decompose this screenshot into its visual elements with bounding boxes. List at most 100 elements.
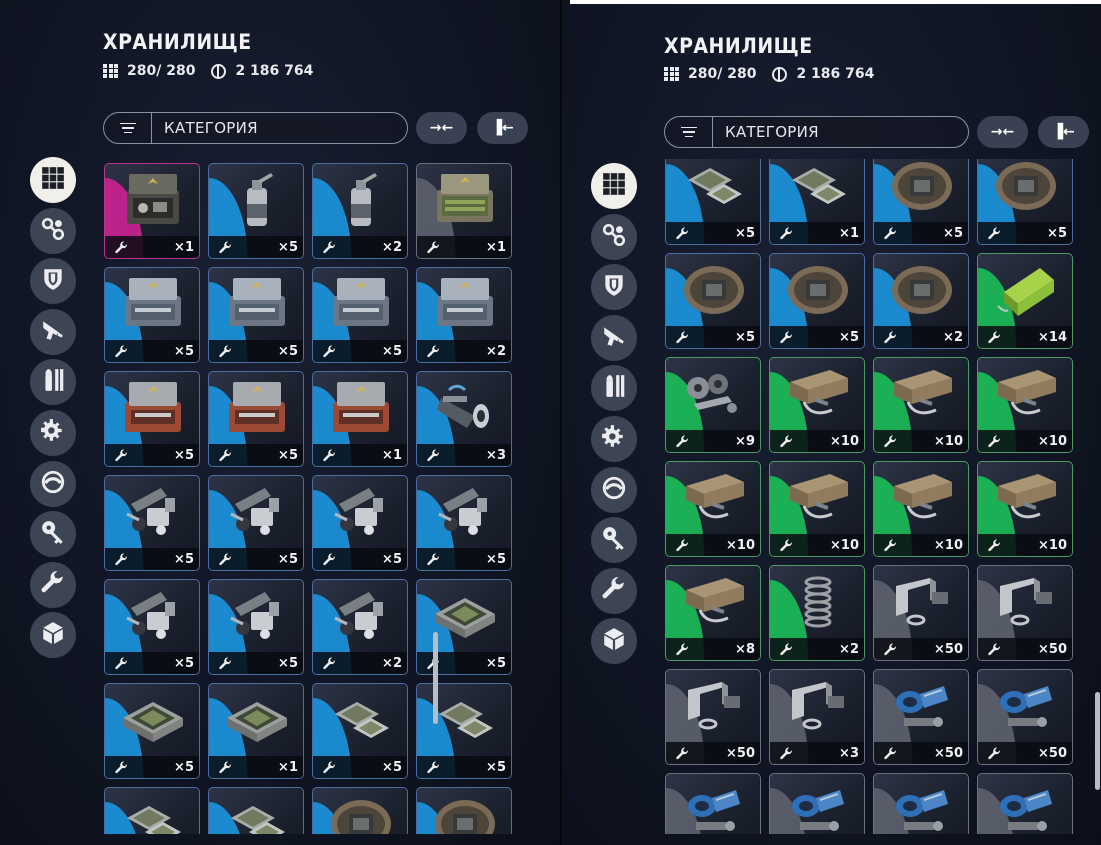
inventory-item[interactable]: ×5 [104,683,200,779]
category-weapon[interactable] [591,314,637,361]
inventory-item[interactable]: ×10 [769,357,865,453]
scrollbar-thumb[interactable] [433,632,438,724]
inventory-item[interactable]: ×5 [977,159,1073,245]
inventory-item[interactable]: ×5 [665,159,761,245]
item-quantity: ×5 [382,551,402,567]
inventory-item[interactable]: ×50 [977,669,1073,765]
inventory-item[interactable]: ×5 [208,371,304,467]
inventory-item[interactable]: ×10 [977,357,1073,453]
category-key[interactable] [591,517,637,564]
category-armor[interactable] [591,264,637,311]
inventory-item[interactable]: ×10 [873,461,969,557]
inventory-item[interactable] [208,787,304,834]
inventory-item[interactable]: ×1 [312,371,408,467]
inventory-item[interactable]: ×5 [665,253,761,349]
wrench-icon [987,226,1001,240]
inventory-item[interactable] [977,773,1073,834]
inventory-item[interactable]: ×50 [665,669,761,765]
wrench-icon [426,760,440,774]
inventory-item[interactable]: ×50 [873,565,969,661]
inventory-item[interactable]: ×2 [769,565,865,661]
align-button[interactable]: ▐← [477,112,528,144]
inventory-item[interactable]: ×2 [312,579,408,675]
inventory-item[interactable]: ×50 [977,565,1073,661]
inventory-item[interactable] [104,787,200,834]
category-weapon[interactable] [30,308,76,355]
collapse-button[interactable]: →← [977,116,1028,148]
inventory-item[interactable]: ×1 [104,163,200,259]
inventory-item[interactable]: ×5 [416,683,512,779]
inventory-item[interactable] [873,773,969,834]
collapse-button[interactable]: →← [416,112,467,144]
top-edge-line [570,0,1101,4]
inventory-item[interactable]: ×3 [769,669,865,765]
inventory-item[interactable]: ×10 [665,461,761,557]
inventory-item[interactable]: ×5 [312,475,408,571]
tray-icon [121,692,185,748]
category-filter[interactable]: КАТЕГОРИЯ [664,116,969,148]
category-grid[interactable] [591,163,637,209]
item-quantity: ×8 [735,641,755,657]
item-footer: ×5 [105,548,199,570]
inventory-item[interactable]: ×14 [977,253,1073,349]
category-scope[interactable] [30,460,76,507]
category-filter[interactable]: КАТЕГОРИЯ [103,112,408,144]
category-key[interactable] [30,511,76,558]
category-armor[interactable] [30,258,76,305]
inventory-item[interactable]: ×1 [416,163,512,259]
inventory-item[interactable]: ×10 [769,461,865,557]
inventory-item[interactable]: ×5 [104,475,200,571]
inventory-item[interactable]: ×10 [873,357,969,453]
item-footer: ×50 [874,742,968,764]
inventory-item[interactable]: ×9 [665,357,761,453]
inventory-item[interactable] [416,787,512,834]
inventory-item[interactable]: ×2 [416,267,512,363]
category-scope[interactable] [591,466,637,513]
inventory-item[interactable]: ×5 [769,253,865,349]
inventory-item[interactable]: ×5 [312,267,408,363]
wrench-icon [779,538,793,552]
wrench-icon [779,434,793,448]
bracket-icon [890,574,954,630]
inventory-item[interactable]: ×5 [104,579,200,675]
inventory-item[interactable]: ×50 [873,669,969,765]
wrench-icon [114,344,128,358]
inventory-item[interactable]: ×5 [416,579,512,675]
inventory-item[interactable]: ×1 [208,683,304,779]
inventory-item[interactable]: ×5 [416,475,512,571]
inventory-item[interactable]: ×5 [104,371,200,467]
inventory-item[interactable]: ×8 [665,565,761,661]
inventory-item[interactable]: ×5 [208,267,304,363]
inventory-item[interactable] [769,773,865,834]
inventory-item[interactable]: ×5 [873,159,969,245]
category-parts[interactable] [591,213,637,260]
tray-icon [225,692,289,748]
item-quantity: ×2 [382,655,402,671]
parts-icon [329,484,393,540]
inventory-item[interactable]: ×5 [208,475,304,571]
scrollbar-thumb[interactable] [1095,692,1100,790]
align-button[interactable]: ▐← [1038,116,1089,148]
category-grid[interactable] [30,157,76,203]
wrench-icon [218,760,232,774]
inventory-item[interactable]: ×1 [769,159,865,245]
chip-icon [433,692,497,748]
inventory-item[interactable]: ×2 [312,163,408,259]
inventory-item[interactable] [665,773,761,834]
inventory-item[interactable] [312,787,408,834]
inventory-item[interactable]: ×10 [977,461,1073,557]
item-quantity: ×5 [174,655,194,671]
inventory-item[interactable]: ×5 [312,683,408,779]
inventory-item[interactable]: ×5 [208,163,304,259]
category-wrench[interactable] [30,561,76,608]
inventory-item[interactable]: ×3 [416,371,512,467]
category-gear-weapon[interactable] [30,410,76,456]
category-wrench[interactable] [591,567,637,614]
inventory-item[interactable]: ×5 [208,579,304,675]
item-quantity: ×5 [486,655,506,671]
category-parts[interactable] [30,207,76,254]
item-footer: ×10 [874,534,968,556]
category-gear-weapon[interactable] [591,416,637,462]
inventory-item[interactable]: ×2 [873,253,969,349]
inventory-item[interactable]: ×5 [104,267,200,363]
